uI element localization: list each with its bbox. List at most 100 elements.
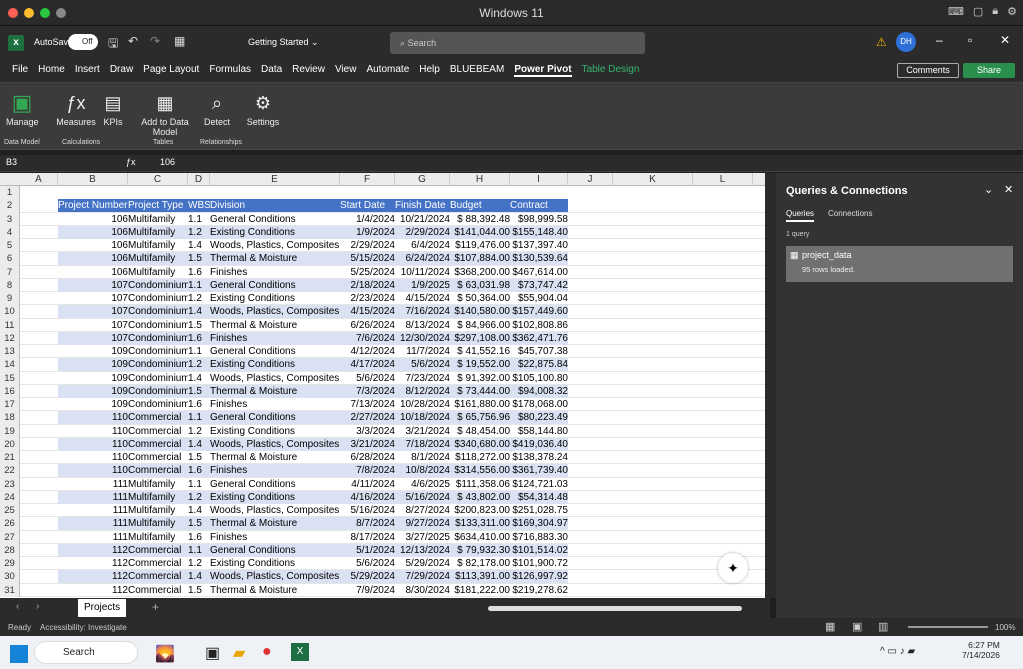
cell[interactable]: Commercial xyxy=(128,437,188,451)
cell[interactable]: 111 xyxy=(58,517,128,531)
cell[interactable]: Commercial xyxy=(128,584,188,597)
taskbar-search[interactable]: Search xyxy=(34,641,138,664)
cell[interactable]: Woods, Plastics, Composites xyxy=(210,239,340,252)
minimize-button[interactable]: – xyxy=(936,33,943,47)
cell[interactable]: 2/29/2024 xyxy=(395,225,450,239)
cell[interactable]: $340,680.00 xyxy=(450,437,510,451)
cell[interactable]: 3/3/2024 xyxy=(340,425,395,438)
cell[interactable]: Commercial xyxy=(128,557,188,570)
menu-tab-draw[interactable]: Draw xyxy=(110,64,133,77)
warning-icon[interactable]: ⚠ xyxy=(876,35,887,49)
row-header-22[interactable]: 22 xyxy=(0,464,20,478)
row-header-4[interactable]: 4 xyxy=(0,225,20,239)
cell[interactable]: 109 xyxy=(58,345,128,358)
column-header-K[interactable]: K xyxy=(613,173,693,186)
cell[interactable]: 5/1/2024 xyxy=(340,543,395,557)
cell[interactable]: Finishes xyxy=(210,331,340,345)
cell[interactable]: $102,808.86 xyxy=(510,319,568,332)
cell[interactable]: $130,539.64 xyxy=(510,252,568,266)
cell[interactable]: 107 xyxy=(58,278,128,292)
column-header-L[interactable]: L xyxy=(693,173,753,186)
cell[interactable]: 6/28/2024 xyxy=(340,451,396,464)
cell[interactable]: 1.6 xyxy=(188,531,210,544)
taskview-icon[interactable]: ▣ xyxy=(205,643,220,663)
cell[interactable]: $251,028.75 xyxy=(510,504,568,517)
filename[interactable]: Getting Started ⌄ xyxy=(248,37,319,48)
cell[interactable]: 106 xyxy=(58,213,128,226)
tab-queries[interactable]: Queries xyxy=(786,209,815,222)
row-header-26[interactable]: 26 xyxy=(0,517,20,531)
cell[interactable]: 4/17/2024 xyxy=(340,358,395,372)
cell[interactable]: Multifamily xyxy=(128,213,188,226)
cell[interactable]: General Conditions xyxy=(210,345,340,358)
row-header-11[interactable]: 11 xyxy=(0,318,20,332)
row-header-29[interactable]: 29 xyxy=(0,557,20,571)
settings-icon[interactable]: ⚙ xyxy=(1007,5,1017,18)
cell[interactable]: 10/28/2024 xyxy=(395,398,450,411)
cell[interactable]: Multifamily xyxy=(128,504,188,517)
cell[interactable]: 110 xyxy=(58,411,128,425)
cell[interactable]: Woods, Plastics, Composites xyxy=(210,437,340,451)
row-header-28[interactable]: 28 xyxy=(0,543,20,557)
cell[interactable]: $111,358.06 xyxy=(450,478,510,491)
cell[interactable]: Finish Date xyxy=(395,199,450,213)
cell[interactable]: 112 xyxy=(58,557,128,570)
cell[interactable]: 107 xyxy=(58,319,128,332)
row-header-1[interactable]: 1 xyxy=(0,186,20,200)
cell[interactable]: 1.4 xyxy=(188,570,210,584)
cell[interactable]: 1.2 xyxy=(188,225,210,239)
cell[interactable]: Multifamily xyxy=(128,478,188,491)
cell[interactable]: 106 xyxy=(58,225,128,239)
accessibility-status[interactable]: Accessibility: Investigate xyxy=(40,623,127,632)
tab-connections[interactable]: Connections xyxy=(828,209,872,218)
cell[interactable]: $716,883.30 xyxy=(510,531,568,544)
cell[interactable]: 3/27/2025 xyxy=(395,531,451,544)
cell[interactable]: 7/23/2024 xyxy=(395,372,451,385)
row-header-27[interactable]: 27 xyxy=(0,530,20,544)
cell[interactable]: 5/15/2024 xyxy=(340,252,395,266)
add-to-data-model-button[interactable]: ▦ Add to Data Model xyxy=(140,89,190,137)
cell[interactable]: 4/11/2024 xyxy=(340,478,395,491)
cell[interactable]: 4/6/2025 xyxy=(395,478,450,491)
cell[interactable]: 1.5 xyxy=(188,451,210,464)
cell[interactable]: $155,148.40 xyxy=(510,225,568,239)
cell[interactable]: 1.1 xyxy=(188,213,210,226)
cell[interactable]: 1.4 xyxy=(188,239,210,252)
cell[interactable]: Woods, Plastics, Composites xyxy=(210,504,340,517)
cell[interactable]: $118,272.00 xyxy=(450,451,510,464)
cell[interactable]: $361,739.40 xyxy=(510,464,568,478)
cell[interactable]: $178,068.00 xyxy=(510,398,568,411)
cell[interactable]: 10/8/2024 xyxy=(395,464,450,478)
row-header-31[interactable]: 31 xyxy=(0,583,20,597)
row-header-13[interactable]: 13 xyxy=(0,345,20,359)
copilot-icon[interactable]: ✦ xyxy=(718,553,748,583)
cell[interactable]: 5/6/2024 xyxy=(340,557,395,570)
cell[interactable]: 1.5 xyxy=(188,319,210,332)
cell[interactable]: 2/27/2024 xyxy=(340,411,395,425)
cell[interactable]: Commercial xyxy=(128,543,188,557)
cell[interactable]: Existing Conditions xyxy=(210,490,340,504)
cell[interactable]: $45,707.38 xyxy=(510,345,568,358)
cell[interactable]: Existing Conditions xyxy=(210,225,340,239)
cell[interactable]: 5/29/2024 xyxy=(340,570,395,584)
menu-tab-file[interactable]: File xyxy=(12,64,28,77)
cell[interactable]: Thermal & Moisture xyxy=(210,384,340,398)
cell[interactable]: $138,378.24 xyxy=(510,451,568,464)
cell[interactable]: 1.2 xyxy=(188,358,210,372)
cell[interactable]: Finishes xyxy=(210,464,340,478)
cell[interactable]: $124,721.03 xyxy=(510,478,568,491)
cell[interactable]: $161,880.00 xyxy=(450,398,510,411)
cell[interactable]: 7/13/2024 xyxy=(340,398,396,411)
cell[interactable]: $ 43,802.00 xyxy=(450,490,510,504)
pane-close-icon[interactable]: ✕ xyxy=(1004,183,1013,196)
cell[interactable]: 8/13/2024 xyxy=(395,319,451,332)
cell[interactable]: Condominium xyxy=(128,345,188,358)
normal-view-icon[interactable]: ▦ xyxy=(825,620,835,633)
avatar[interactable]: DH xyxy=(896,32,916,52)
file-explorer-icon[interactable]: ▰ xyxy=(233,643,245,663)
cell[interactable]: Budget xyxy=(450,199,510,213)
cell[interactable]: $181,222.00 xyxy=(450,584,510,597)
row-header-21[interactable]: 21 xyxy=(0,451,20,465)
cell[interactable]: 1.2 xyxy=(188,490,210,504)
cell[interactable]: $ 65,756.96 xyxy=(450,411,510,425)
